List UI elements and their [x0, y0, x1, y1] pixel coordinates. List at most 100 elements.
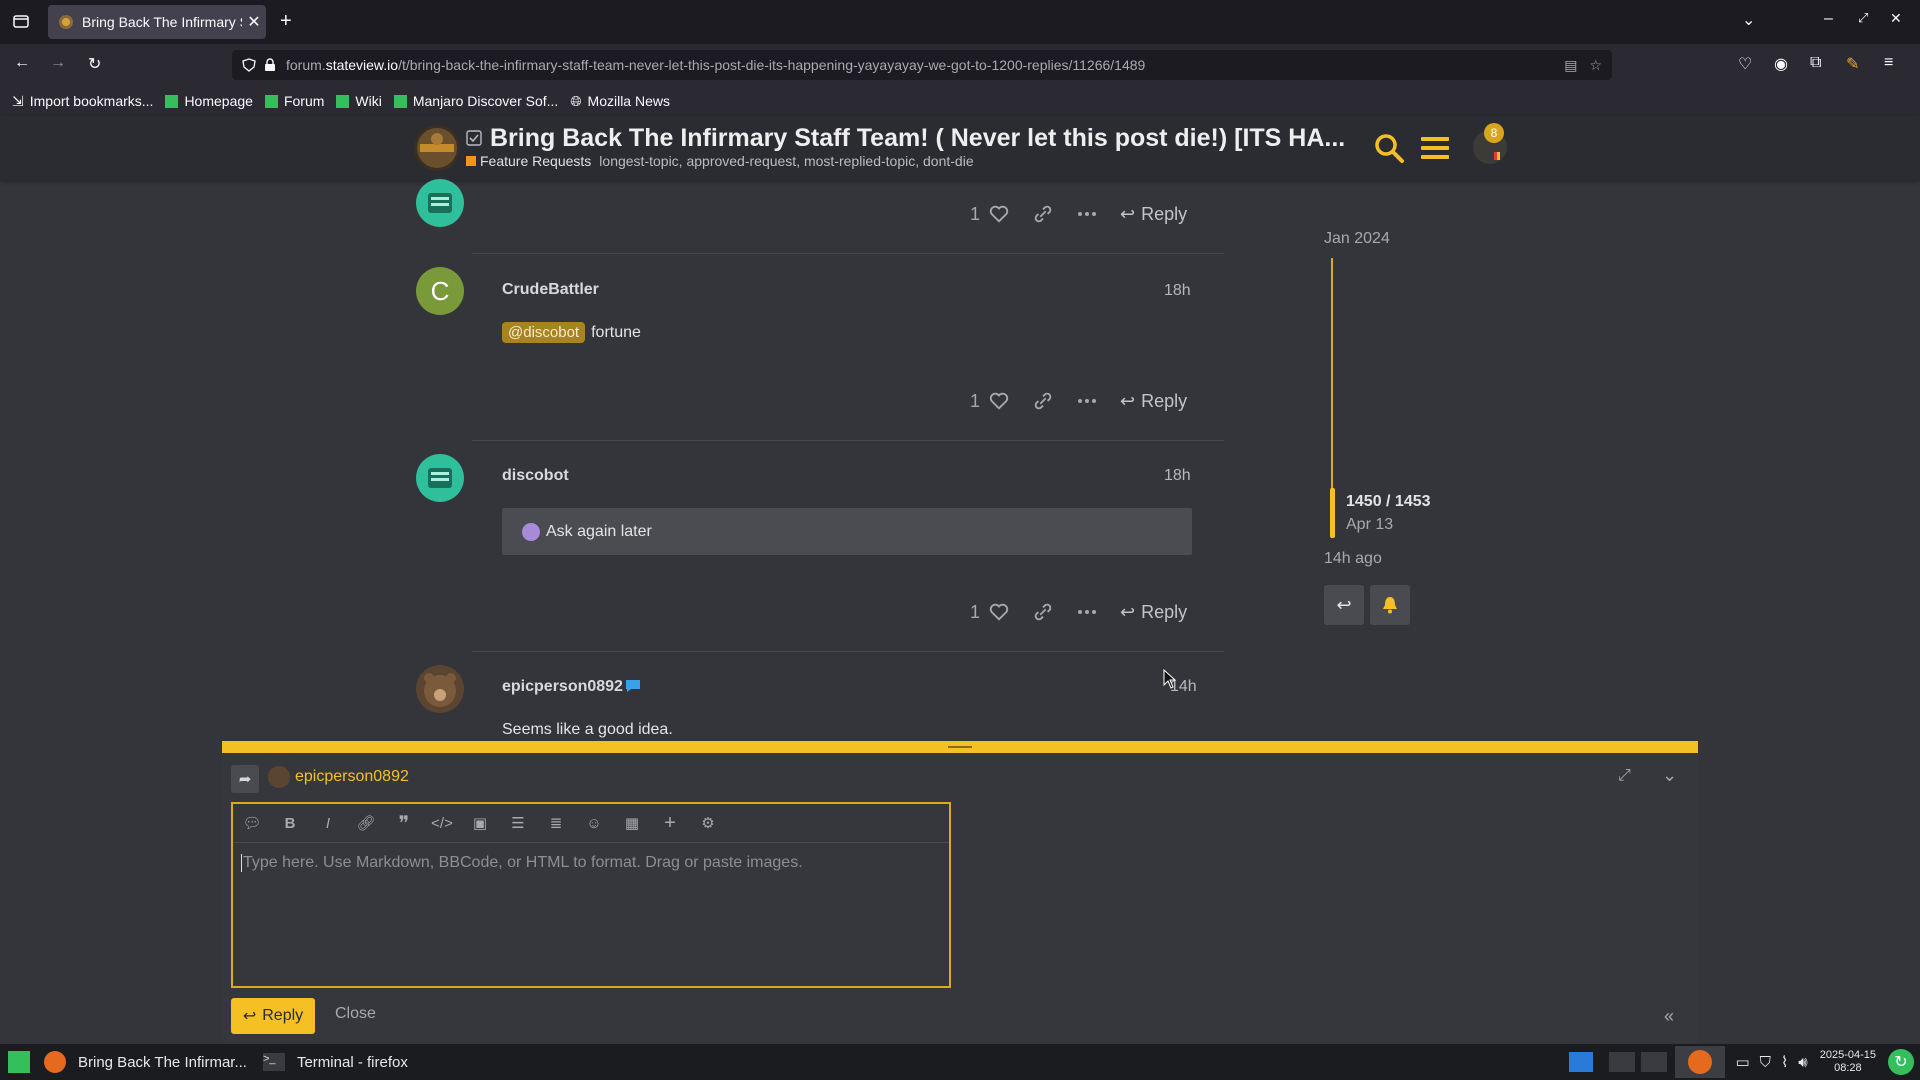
like-count[interactable]: 1 — [970, 204, 980, 225]
plus-icon[interactable]: + — [651, 804, 689, 842]
tracking-shield-icon[interactable] — [242, 58, 256, 72]
chat-bubble-icon[interactable] — [624, 678, 642, 694]
reply-action-toggle[interactable]: ➦ — [231, 765, 259, 793]
category-badge[interactable]: Feature Requests — [466, 153, 591, 169]
search-icon[interactable] — [1374, 133, 1404, 163]
link-icon[interactable]: 🔗︎ — [347, 804, 385, 842]
post-date[interactable]: 18h — [1164, 467, 1191, 485]
link-icon[interactable] — [1032, 601, 1054, 623]
bookmark-discover[interactable]: Manjaro Discover Sof... — [393, 93, 558, 109]
heart-icon[interactable] — [988, 390, 1010, 412]
avatar[interactable] — [416, 665, 464, 713]
update-manager-icon[interactable]: ↻ — [1888, 1049, 1914, 1075]
browser-tab-active[interactable]: Bring Back The Infirmary S ✕ — [48, 5, 266, 39]
link-icon[interactable] — [1032, 390, 1054, 412]
timeline-position[interactable]: 1450 / 1453 — [1346, 493, 1431, 511]
clock[interactable]: 2025-04-15 08:28 — [1820, 1049, 1876, 1075]
submit-reply-button[interactable]: ↩ Reply — [231, 998, 315, 1034]
fullscreen-icon[interactable]: ⤢ — [1618, 767, 1631, 785]
forward-icon[interactable]: → — [50, 54, 66, 72]
site-logo[interactable] — [414, 125, 460, 171]
emoji-icon[interactable]: ☺ — [575, 804, 613, 842]
toggle-preview-icon[interactable]: « — [1664, 1006, 1674, 1027]
app-menu-icon[interactable]: ≡ — [1884, 54, 1893, 72]
extensions-icon[interactable]: ⧉ — [1810, 54, 1821, 72]
taskbar-window-firefox[interactable]: Bring Back The Infirmar... — [78, 1054, 247, 1071]
code-icon[interactable]: </> — [423, 804, 461, 842]
pocket-icon[interactable]: ♡ — [1738, 54, 1752, 74]
back-icon[interactable]: ← — [14, 54, 30, 72]
new-tab-icon[interactable]: + — [280, 10, 292, 33]
avatar[interactable]: C — [416, 267, 464, 315]
post-author[interactable]: epicperson0892 — [502, 678, 623, 696]
bookmark-mozilla-news[interactable]: 🌐︎ Mozilla News — [570, 93, 670, 110]
close-composer-button[interactable]: Close — [335, 1005, 376, 1023]
bookmark-star-icon[interactable]: ☆ — [1589, 57, 1602, 74]
post-author[interactable]: CrudeBattler — [502, 281, 599, 299]
firefox-tray-icon[interactable] — [1675, 1046, 1726, 1078]
taskbar-window-terminal[interactable]: Terminal - firefox — [297, 1054, 408, 1071]
lock-icon[interactable] — [264, 58, 276, 72]
notification-badge[interactable]: 8 — [1484, 123, 1504, 143]
reply-button[interactable]: ↩ Reply — [1120, 391, 1187, 412]
gear-icon[interactable]: ⚙ — [689, 804, 727, 842]
like-count[interactable]: 1 — [970, 391, 980, 412]
reload-icon[interactable]: ↻ — [88, 54, 101, 74]
post-author[interactable]: discobot — [502, 467, 569, 485]
topic-title[interactable]: Bring Back The Infirmary Staff Team! ( N… — [490, 124, 1345, 153]
more-actions-icon[interactable] — [1076, 601, 1098, 623]
quote-bubble-icon[interactable]: 💬︎ — [233, 804, 271, 842]
more-actions-icon[interactable] — [1076, 203, 1098, 225]
bold-icon[interactable]: B — [271, 804, 309, 842]
blockquote-icon[interactable]: ❞ — [385, 804, 423, 842]
workspace-switcher-icon[interactable] — [1641, 1052, 1668, 1072]
like-count[interactable]: 1 — [970, 602, 980, 623]
calendar-icon[interactable]: ▦ — [613, 804, 651, 842]
image-upload-icon[interactable]: ▣ — [461, 804, 499, 842]
user-mention[interactable]: @discobot — [502, 322, 586, 343]
avatar[interactable] — [416, 454, 464, 502]
addon-icon[interactable]: ✎ — [1846, 54, 1859, 74]
link-icon[interactable] — [1032, 203, 1054, 225]
workspace-switcher-icon[interactable] — [1609, 1052, 1636, 1072]
list-all-tabs-icon[interactable]: ⌄ — [1742, 10, 1755, 30]
shield-icon[interactable]: ⛉ — [1760, 1054, 1771, 1071]
clip-icon[interactable]: ⌇ — [1781, 1053, 1788, 1071]
timeline-last-activity[interactable]: 14h ago — [1324, 550, 1382, 568]
url-bar[interactable]: forum. stateview.io/t/bring-back-the-infi… — [232, 50, 1612, 80]
close-tab-icon[interactable]: ✕ — [242, 12, 266, 32]
display-icon[interactable]: ▭ — [1735, 1053, 1749, 1071]
heart-icon[interactable] — [988, 203, 1010, 225]
timeline-reply-button[interactable]: ↩ — [1324, 585, 1364, 625]
composer-textarea[interactable]: Type here. Use Markdown, BBCode, or HTML… — [241, 854, 803, 872]
composer-resize-grip[interactable] — [222, 741, 1698, 753]
bookmark-wiki[interactable]: Wiki — [336, 93, 382, 109]
timeline-handle[interactable] — [1330, 487, 1335, 538]
reply-to-user[interactable]: epicperson0892 — [295, 768, 409, 786]
minimize-icon[interactable]: – — [1824, 10, 1833, 28]
italic-icon[interactable]: I — [309, 804, 347, 842]
numbered-list-icon[interactable]: ≣ — [537, 804, 575, 842]
bullet-list-icon[interactable]: ☰ — [499, 804, 537, 842]
post-date[interactable]: 18h — [1164, 282, 1191, 300]
bookmark-homepage[interactable]: Homepage — [165, 93, 253, 109]
volume-icon[interactable]: 🔊︎ — [1798, 1054, 1807, 1071]
bookmark-import[interactable]: ⇲ Import bookmarks... — [12, 93, 153, 110]
heart-icon[interactable] — [988, 601, 1010, 623]
close-window-icon[interactable]: ✕ — [1890, 10, 1902, 27]
topic-tags[interactable]: longest-topic, approved-request, most-re… — [599, 153, 973, 169]
more-actions-icon[interactable] — [1076, 390, 1098, 412]
manjaro-menu-icon[interactable] — [8, 1051, 30, 1073]
reply-button[interactable]: ↩ Reply — [1120, 602, 1187, 623]
account-icon[interactable]: ◉ — [1774, 54, 1788, 74]
timeline-start-date[interactable]: Jan 2024 — [1324, 230, 1390, 248]
tab-list-icon[interactable] — [12, 12, 30, 30]
bookmark-forum[interactable]: Forum — [264, 93, 324, 109]
maximize-icon[interactable]: ⤢ — [1858, 10, 1868, 26]
collapse-composer-icon[interactable]: ⌄ — [1662, 765, 1677, 786]
workspace-icon[interactable] — [1569, 1052, 1594, 1072]
reply-button[interactable]: ↩ Reply — [1120, 204, 1187, 225]
reader-view-icon[interactable]: ▤ — [1564, 57, 1577, 74]
avatar[interactable] — [416, 179, 464, 227]
hamburger-menu-icon[interactable] — [1421, 135, 1449, 161]
